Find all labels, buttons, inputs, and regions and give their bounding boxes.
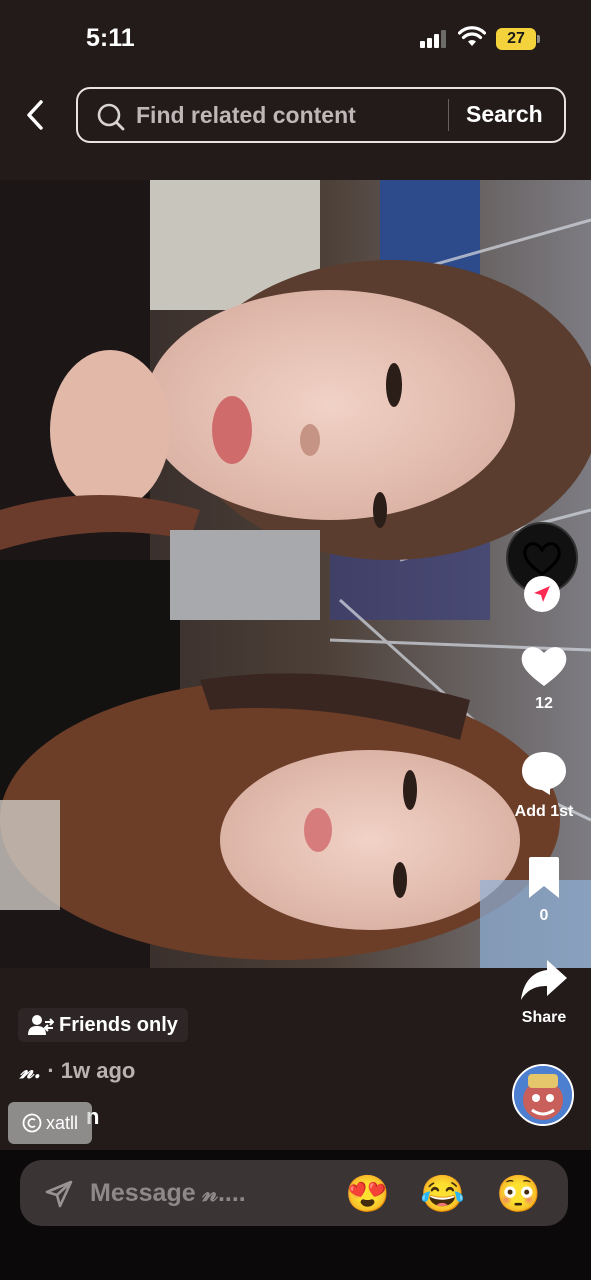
battery-level: 27	[496, 28, 536, 50]
bookmark-icon	[529, 857, 559, 898]
search-icon	[97, 103, 125, 131]
comment-count: Add 1st	[514, 803, 574, 820]
save-button[interactable]: 0	[505, 856, 583, 925]
capcut-watermark: xatll	[8, 1102, 92, 1144]
emoji-heart-eyes-button[interactable]: 😍	[345, 1172, 390, 1216]
comment-button[interactable]: Add 1st	[505, 750, 583, 821]
wifi-icon	[458, 26, 486, 46]
share-arrow-icon	[521, 960, 567, 1000]
battery-icon: 27	[496, 28, 540, 50]
status-time: 5:11	[86, 24, 135, 52]
emoji-flushed-button[interactable]: 😳	[496, 1172, 541, 1216]
share-label: Share	[521, 1009, 567, 1026]
creator-avatar[interactable]	[512, 1064, 574, 1126]
post-meta: 𝓃. · 1w ago	[20, 1058, 135, 1084]
send-arrow-icon	[534, 586, 550, 602]
author-username[interactable]: 𝓃.	[20, 1058, 41, 1084]
heart-icon	[521, 647, 567, 686]
back-button[interactable]	[18, 96, 52, 134]
comment-bubble-icon	[522, 752, 566, 795]
search-bar[interactable]: Search	[76, 87, 566, 143]
video-player[interactable]	[0, 180, 591, 968]
save-count: 0	[539, 907, 549, 924]
emoji-joy-button[interactable]: 😂	[420, 1172, 465, 1216]
search-input[interactable]	[136, 99, 436, 131]
message-input[interactable]	[90, 1176, 310, 1210]
like-button[interactable]: 12	[505, 644, 583, 713]
search-divider	[448, 99, 449, 131]
message-bar[interactable]: 😍 😂 😳	[20, 1160, 568, 1226]
video-frame	[0, 180, 591, 968]
cellular-signal-icon	[420, 30, 448, 48]
chevron-left-icon	[27, 100, 43, 130]
send-icon	[45, 1180, 73, 1208]
friends-icon	[28, 1015, 54, 1035]
like-count: 12	[535, 695, 553, 712]
watermark-label: xatll	[45, 1112, 78, 1133]
visibility-badge: Friends only	[18, 1008, 188, 1042]
search-button[interactable]: Search	[466, 101, 543, 128]
share-button[interactable]: Share	[505, 958, 583, 1027]
status-bar: 5:11 27	[0, 0, 591, 80]
repost-badge[interactable]	[524, 576, 560, 612]
visibility-label: Friends only	[59, 1013, 178, 1036]
avatar-image	[514, 1066, 572, 1124]
copyright-icon	[22, 1113, 42, 1133]
post-time: · 1w ago	[47, 1058, 136, 1083]
